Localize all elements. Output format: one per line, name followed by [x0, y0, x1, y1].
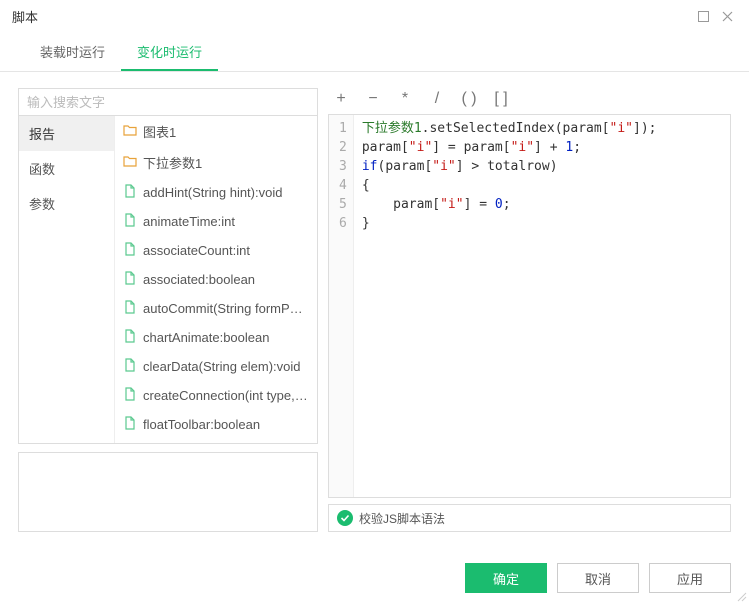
file-icon	[123, 387, 137, 404]
operator-button-2[interactable]: *	[396, 90, 414, 108]
tabs: 装载时运行变化时运行	[0, 32, 749, 72]
item-list[interactable]: 图表1 下拉参数1 addHint(String hint):void animate…	[115, 116, 317, 443]
apply-button[interactable]: 应用	[649, 563, 731, 593]
operator-button-5[interactable]: [ ]	[492, 90, 510, 108]
operator-toolbar: +−* / ( ) [ ]	[328, 88, 731, 114]
maximize-icon	[698, 11, 709, 22]
operator-button-1[interactable]: −	[364, 90, 382, 108]
line-gutter: 123456	[329, 115, 354, 497]
list-item[interactable]: associateCount:int	[115, 236, 317, 265]
close-button[interactable]	[717, 6, 737, 26]
code-line: 下拉参数1.setSelectedIndex(param["i"]);	[362, 119, 722, 138]
browser: 报告函数参数 图表1 下拉参数1 addHint(String hint):void…	[18, 116, 318, 444]
code-line: param["i"] = 0;	[362, 195, 722, 214]
item-label: associated:boolean	[143, 272, 255, 287]
list-item[interactable]: getData(String elem,Object oty	[115, 439, 317, 443]
tab-1[interactable]: 变化时运行	[121, 32, 218, 71]
file-icon	[123, 300, 137, 317]
item-label: autoCommit(String formParme	[143, 301, 309, 316]
status-text: 校验JS脚本语法	[359, 510, 445, 527]
item-label: associateCount:int	[143, 243, 250, 258]
file-icon	[123, 271, 137, 288]
folder-icon	[123, 123, 137, 140]
category-0[interactable]: 报告	[19, 116, 114, 151]
titlebar: 脚本	[0, 0, 749, 32]
maximize-button[interactable]	[693, 6, 713, 26]
code-editor[interactable]: 123456 下拉参数1.setSelectedIndex(param["i"]…	[328, 114, 731, 498]
list-item[interactable]: addHint(String hint):void	[115, 178, 317, 207]
check-icon	[337, 510, 353, 526]
line-number: 6	[339, 214, 347, 233]
line-number: 5	[339, 195, 347, 214]
list-item[interactable]: animateTime:int	[115, 207, 317, 236]
window-title: 脚本	[12, 7, 689, 26]
list-item[interactable]: clearData(String elem):void	[115, 352, 317, 381]
item-label: clearData(String elem):void	[143, 359, 301, 374]
item-label: floatToolbar:boolean	[143, 417, 260, 432]
code-line: }	[362, 214, 722, 233]
status-bar: 校验JS脚本语法	[328, 504, 731, 532]
operator-button-3[interactable]: /	[428, 90, 446, 108]
code-area[interactable]: 下拉参数1.setSelectedIndex(param["i"]);param…	[354, 115, 730, 497]
code-line: {	[362, 176, 722, 195]
folder-icon	[123, 154, 137, 171]
list-item[interactable]: floatToolbar:boolean	[115, 410, 317, 439]
item-label: createConnection(int type,String	[143, 388, 309, 403]
line-number: 2	[339, 138, 347, 157]
list-item[interactable]: associated:boolean	[115, 265, 317, 294]
operator-button-0[interactable]: +	[332, 90, 350, 108]
item-label: 图表1	[143, 122, 176, 141]
preview-area	[18, 452, 318, 532]
close-icon	[722, 11, 733, 22]
file-icon	[123, 184, 137, 201]
file-icon	[123, 358, 137, 375]
ok-button[interactable]: 确定	[465, 563, 547, 593]
search-input[interactable]	[18, 88, 318, 116]
cancel-button[interactable]: 取消	[557, 563, 639, 593]
line-number: 1	[339, 119, 347, 138]
file-icon	[123, 329, 137, 346]
file-icon	[123, 242, 137, 259]
item-label: addHint(String hint):void	[143, 185, 282, 200]
list-item[interactable]: autoCommit(String formParme	[115, 294, 317, 323]
list-item[interactable]: createConnection(int type,String	[115, 381, 317, 410]
code-line: param["i"] = param["i"] + 1;	[362, 138, 722, 157]
list-item[interactable]: 图表1	[115, 116, 317, 147]
operator-button-4[interactable]: ( )	[460, 90, 478, 108]
file-icon	[123, 416, 137, 433]
category-2[interactable]: 参数	[19, 186, 114, 221]
item-label: chartAnimate:boolean	[143, 330, 269, 345]
line-number: 3	[339, 157, 347, 176]
item-label: animateTime:int	[143, 214, 235, 229]
main-area: 报告函数参数 图表1 下拉参数1 addHint(String hint):void…	[0, 72, 749, 542]
category-1[interactable]: 函数	[19, 151, 114, 186]
line-number: 4	[339, 176, 347, 195]
list-item[interactable]: chartAnimate:boolean	[115, 323, 317, 352]
category-list: 报告函数参数	[19, 116, 115, 443]
file-icon	[123, 213, 137, 230]
resize-handle[interactable]	[735, 589, 747, 605]
tab-0[interactable]: 装载时运行	[24, 32, 121, 71]
right-panel: +−* / ( ) [ ] 123456 下拉参数1.setSelectedIndex…	[328, 88, 731, 532]
item-label: 下拉参数1	[143, 153, 202, 172]
code-line: if(param["i"] > totalrow)	[362, 157, 722, 176]
list-item[interactable]: 下拉参数1	[115, 147, 317, 178]
footer-buttons: 确定 取消 应用	[465, 563, 731, 593]
left-panel: 报告函数参数 图表1 下拉参数1 addHint(String hint):void…	[18, 88, 318, 532]
